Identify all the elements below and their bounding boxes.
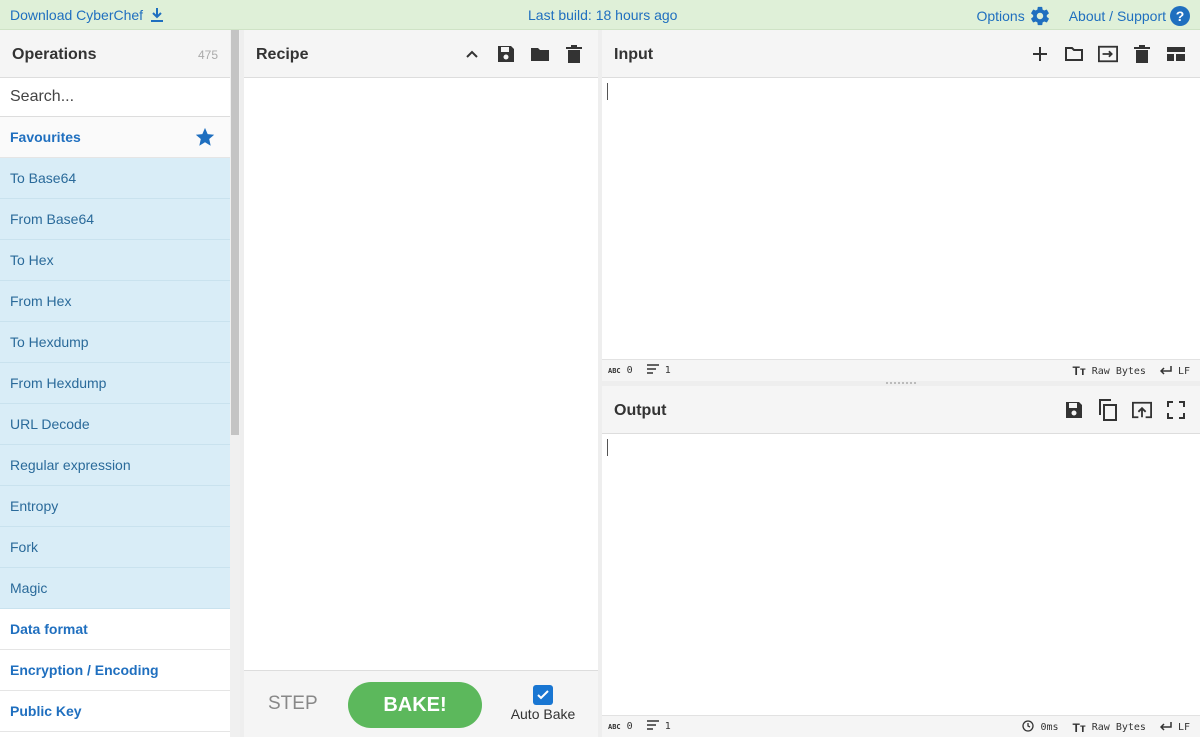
- text-caret: [607, 83, 608, 100]
- recipe-controls: STEP BAKE! Auto Bake: [244, 670, 598, 737]
- help-icon: ?: [1170, 6, 1190, 26]
- step-button[interactable]: STEP: [268, 693, 318, 715]
- copy-icon[interactable]: [1098, 399, 1118, 421]
- bake-time: 0ms: [1022, 720, 1059, 735]
- maximise-icon[interactable]: [1166, 400, 1186, 420]
- favourite-op[interactable]: From Hex: [0, 281, 230, 322]
- line-count: 1: [646, 364, 671, 377]
- operations-count: 475: [197, 48, 218, 62]
- return-icon: [1159, 365, 1172, 378]
- svg-text:?: ?: [1176, 8, 1185, 24]
- autobake-label: Auto Bake: [510, 706, 576, 722]
- gear-icon: [1029, 5, 1051, 27]
- favourite-op[interactable]: To Hex: [0, 240, 230, 281]
- text-size-icon: Tт: [1072, 720, 1086, 735]
- options-label: Options: [976, 8, 1025, 24]
- favourite-op[interactable]: From Base64: [0, 199, 230, 240]
- favourite-op[interactable]: Regular expression: [0, 445, 230, 486]
- layout-icon[interactable]: [1166, 44, 1186, 64]
- line-count: 1: [646, 720, 671, 733]
- collapse-icon[interactable]: [462, 44, 482, 64]
- operations-scrollbar[interactable]: [230, 30, 240, 737]
- abc-icon: ABC: [608, 366, 621, 375]
- category-favourites[interactable]: Favourites: [0, 117, 230, 158]
- favourite-op[interactable]: Magic: [0, 568, 230, 609]
- category-data-format[interactable]: Data format: [0, 609, 230, 650]
- favourite-op[interactable]: URL Decode: [0, 404, 230, 445]
- favourite-op[interactable]: To Hexdump: [0, 322, 230, 363]
- lines-icon: [646, 364, 659, 377]
- trash-icon[interactable]: [1132, 44, 1152, 64]
- abc-icon: ABC: [608, 722, 621, 731]
- save-icon[interactable]: [1064, 400, 1084, 420]
- autobake-toggle[interactable]: Auto Bake: [508, 685, 578, 722]
- folder-icon[interactable]: [530, 44, 550, 64]
- encoding-selector[interactable]: Tт Raw Bytes: [1073, 364, 1146, 378]
- about-support-button[interactable]: About / Support ?: [1069, 6, 1190, 26]
- input-status-bar: ABC 0 1 Tт Raw Bytes LF: [602, 359, 1200, 381]
- lines-icon: [646, 720, 659, 733]
- output-panel: Output ABC 0 1 0ms Tт Raw Bytes LF: [602, 386, 1200, 737]
- char-count: ABC 0: [608, 721, 633, 732]
- build-info: Last build: 18 hours ago: [528, 7, 678, 23]
- favourite-op[interactable]: Entropy: [0, 486, 230, 527]
- input-panel: Input ABC 0 1 Tт Raw Bytes LF: [602, 30, 1200, 381]
- output-text-area[interactable]: [602, 434, 1200, 715]
- save-icon[interactable]: [496, 44, 516, 64]
- char-count: ABC 0: [608, 365, 633, 376]
- eol-selector[interactable]: LF: [1159, 365, 1190, 378]
- favourite-op[interactable]: To Base64: [0, 158, 230, 199]
- eol-selector[interactable]: LF: [1159, 721, 1190, 734]
- output-status-bar: ABC 0 1 0ms Tт Raw Bytes LF: [602, 715, 1200, 737]
- open-folder-icon[interactable]: [1064, 44, 1084, 64]
- output-header: Output: [602, 386, 1200, 434]
- recipe-title: Recipe: [256, 46, 309, 63]
- recipe-header: Recipe: [244, 30, 598, 78]
- text-caret: [607, 439, 608, 456]
- category-label: Favourites: [10, 129, 81, 145]
- autobake-checkbox[interactable]: [533, 685, 553, 705]
- operations-header: Operations 475: [0, 30, 230, 78]
- search-input[interactable]: [0, 78, 230, 116]
- add-tab-icon[interactable]: [1030, 44, 1050, 64]
- search-box: [0, 78, 230, 117]
- return-icon: [1159, 721, 1172, 734]
- favourite-op[interactable]: From Hexdump: [0, 363, 230, 404]
- top-banner: Download CyberChef Last build: 18 hours …: [0, 0, 1200, 30]
- category-public-key[interactable]: Public Key: [0, 691, 230, 732]
- star-icon: [194, 126, 216, 148]
- resizer-grip: [886, 382, 916, 384]
- operations-title: Operations: [12, 46, 97, 63]
- options-button[interactable]: Options: [976, 5, 1050, 27]
- about-label: About / Support: [1068, 8, 1166, 24]
- input-title: Input: [614, 46, 654, 63]
- recipe-panel: Recipe STEP BAKE! Auto Bake: [244, 30, 598, 737]
- replace-input-icon[interactable]: [1132, 400, 1152, 420]
- download-icon: [149, 7, 165, 23]
- output-title: Output: [614, 402, 667, 419]
- trash-icon[interactable]: [564, 44, 584, 64]
- clock-icon: [1022, 720, 1035, 735]
- download-link[interactable]: Download CyberChef: [10, 7, 165, 23]
- input-text-area[interactable]: [602, 78, 1200, 359]
- bake-button[interactable]: BAKE!: [348, 682, 482, 728]
- favourite-op[interactable]: Fork: [0, 527, 230, 568]
- scrollbar-thumb[interactable]: [231, 30, 239, 435]
- operations-panel: Operations 475 Favourites To Base64 From…: [0, 30, 230, 737]
- category-encryption-encoding[interactable]: Encryption / Encoding: [0, 650, 230, 691]
- open-file-icon[interactable]: [1098, 44, 1118, 64]
- download-label: Download CyberChef: [10, 7, 144, 23]
- input-header: Input: [602, 30, 1200, 78]
- encoding-selector[interactable]: Tт Raw Bytes: [1073, 721, 1146, 735]
- text-size-icon: Tт: [1072, 364, 1086, 378]
